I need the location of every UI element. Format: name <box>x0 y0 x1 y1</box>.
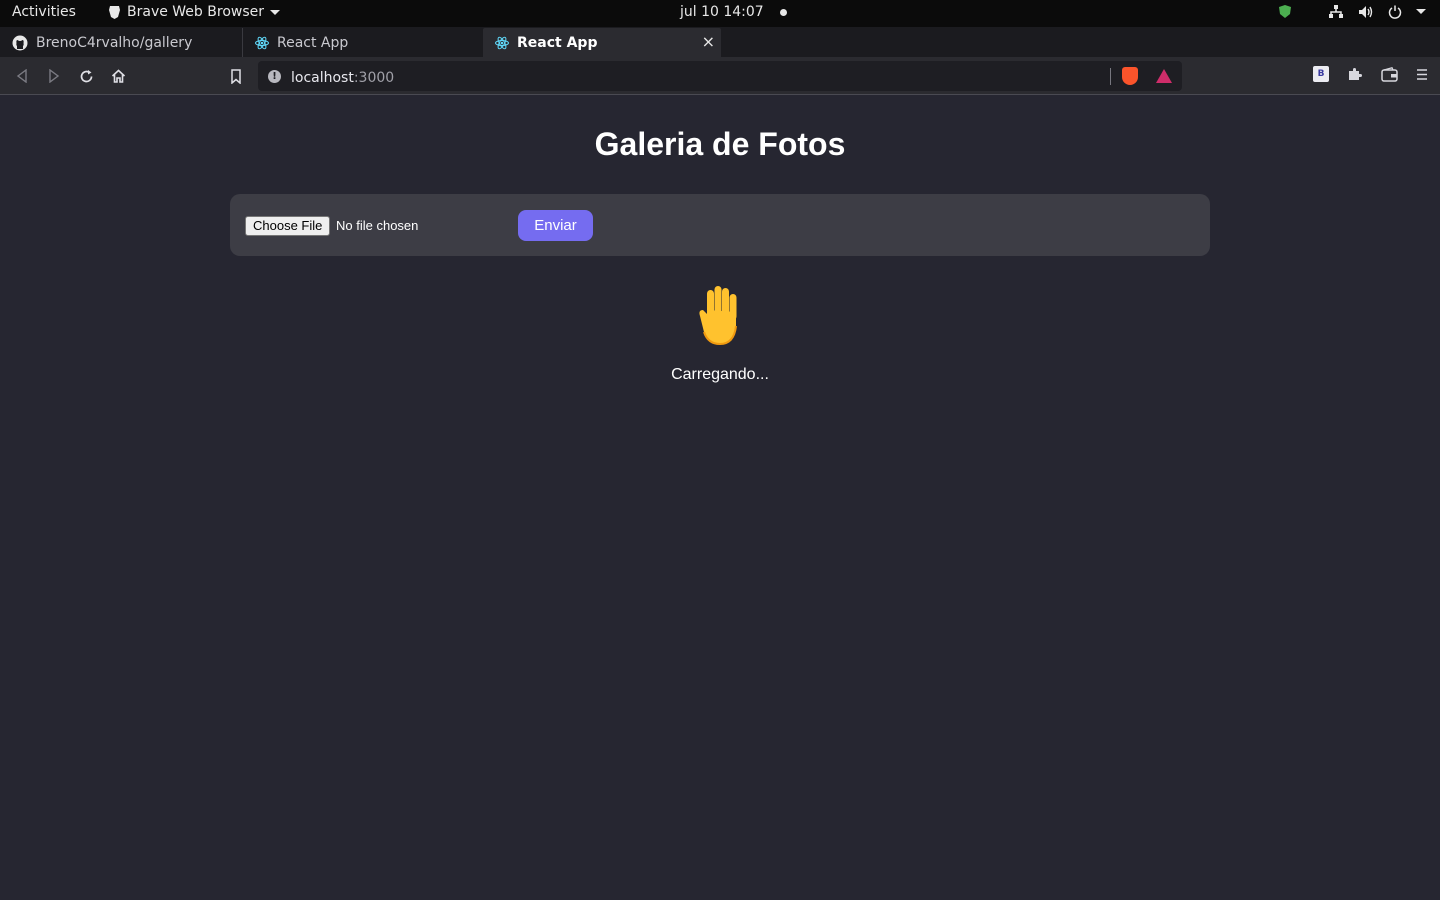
forward-button[interactable] <box>44 66 64 86</box>
extensions-puzzle-icon[interactable] <box>1347 66 1363 82</box>
brave-shields-icon[interactable] <box>1122 67 1138 85</box>
tab-label: React App <box>277 34 349 51</box>
raised-hand-icon <box>699 286 737 346</box>
reload-icon <box>80 69 92 82</box>
network-icon[interactable] <box>1328 4 1344 19</box>
shield-status-icon[interactable] <box>1278 4 1292 19</box>
system-menu-chevron-icon[interactable] <box>1416 9 1426 14</box>
react-icon <box>495 36 509 49</box>
system-tray[interactable] <box>1278 4 1426 19</box>
tab-github-gallery[interactable]: BrenoC4rvalho/gallery <box>0 28 242 57</box>
volume-icon[interactable] <box>1358 5 1374 19</box>
menu-icon[interactable] <box>1416 68 1428 81</box>
tab-react-app-active[interactable]: React App × <box>483 28 721 57</box>
choose-file-button[interactable]: Choose File <box>245 216 331 236</box>
home-button[interactable] <box>108 66 128 86</box>
page-title: Galeria de Fotos <box>594 126 846 162</box>
app-menu[interactable]: Brave Web Browser <box>108 4 280 20</box>
brave-lion-icon <box>109 6 120 19</box>
power-icon[interactable] <box>1388 5 1402 19</box>
bookmark-icon <box>231 68 241 84</box>
toolbar-actions: B <box>1313 66 1428 82</box>
tab-strip: BrenoC4rvalho/gallery React App React Ap… <box>0 27 1440 81</box>
tab-label: BrenoC4rvalho/gallery <box>36 34 193 51</box>
loading-text: Carregando... <box>671 366 769 383</box>
clock[interactable]: jul 10 14:07 <box>680 4 787 20</box>
tab-label: React App <box>517 34 598 51</box>
address-text[interactable]: localhost:3000 <box>291 67 394 86</box>
address-bar[interactable]: ! localhost:3000 <box>258 61 1182 91</box>
submit-button[interactable]: Enviar <box>518 210 593 241</box>
tab-close-icon[interactable]: × <box>702 32 715 51</box>
back-button[interactable] <box>12 66 32 86</box>
forward-arrow-icon <box>49 69 60 83</box>
wallet-icon[interactable] <box>1381 66 1398 82</box>
bookmark-button[interactable] <box>226 66 246 86</box>
page-content: Galeria de Fotos Choose File No file cho… <box>0 96 1440 900</box>
tab-react-app[interactable]: React App <box>242 28 482 57</box>
activities-button[interactable]: Activities <box>12 4 76 20</box>
reload-button[interactable] <box>76 66 96 86</box>
upload-form: Choose File No file chosen Enviar <box>230 194 1210 256</box>
brave-rewards-icon[interactable] <box>1156 69 1172 83</box>
address-host: localhost <box>291 69 354 86</box>
chevron-down-icon <box>270 9 280 15</box>
notification-dot-icon <box>779 8 787 16</box>
system-top-bar: Activities Brave Web Browser jul 10 14:0… <box>0 0 1440 27</box>
address-divider <box>1110 68 1111 85</box>
home-icon <box>111 69 125 83</box>
address-port: :3000 <box>353 69 395 86</box>
github-icon <box>12 35 28 50</box>
extension-b-icon[interactable]: B <box>1313 66 1329 82</box>
back-arrow-icon <box>16 69 27 83</box>
site-info-icon[interactable]: ! <box>268 69 281 83</box>
file-status-label: No file chosen <box>336 218 419 233</box>
browser-toolbar: ! localhost:3000 B <box>0 57 1440 95</box>
app-menu-label: Brave Web Browser <box>127 4 264 20</box>
clock-label: jul 10 14:07 <box>680 4 764 20</box>
react-icon <box>255 36 269 49</box>
